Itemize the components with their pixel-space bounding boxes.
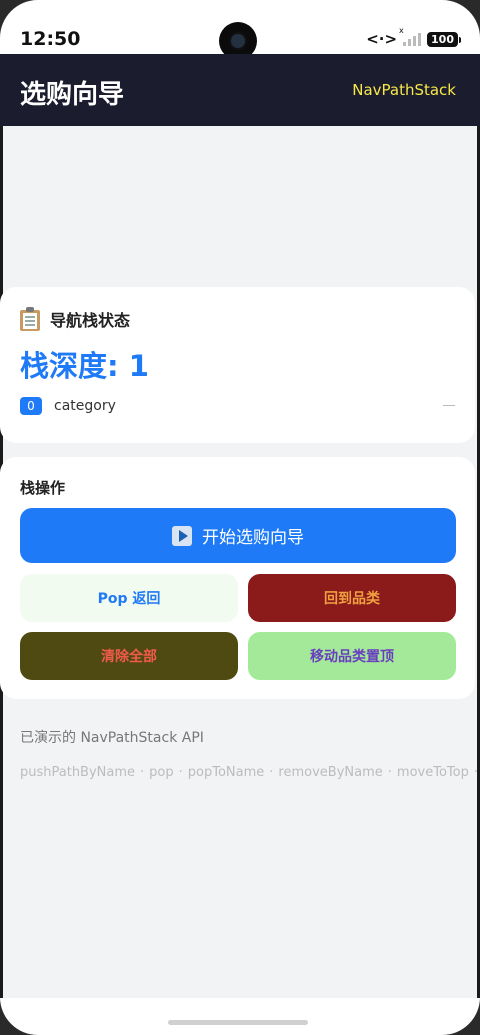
nav-bar: 选购向导 NavPathStack [0,54,480,126]
stack-entry-name: category [54,398,116,414]
move-category-top-button[interactable]: 移动品类置顶 [248,632,456,680]
link-icon: <·> [366,30,398,48]
signal-icon: x [399,26,422,46]
signal-mark: x [399,26,404,35]
start-wizard-button[interactable]: 开始选购向导 [20,508,456,563]
stack-operations-card: 栈操作 开始选购向导 Pop 返回 回到品类 清除全部 移动品类置顶 [0,457,475,699]
clipboard-icon [20,307,40,331]
stack-depth: 栈深度: 1 [20,349,149,383]
api-title: 已演示的 NavPathStack API [20,730,204,746]
phone-screen: 12:50 <·> x 100 选购向导 NavPathStack 导航栈状态 … [0,0,480,1035]
start-wizard-label: 开始选购向导 [202,528,304,548]
page-title: 选购向导 [20,80,125,110]
operations-title: 栈操作 [20,479,66,497]
api-list: pushPathByName · pop · popToName · removeByNam… [20,760,478,785]
api-item: popToName [187,765,265,780]
stack-status-header: 导航栈状态 [20,307,130,331]
home-indicator[interactable] [168,1020,308,1025]
stack-entry-divider [443,405,455,406]
pop-button[interactable]: Pop 返回 [20,574,238,622]
bottom-bar [0,998,480,1035]
api-item: pop [149,765,174,780]
api-separator: · [269,765,274,780]
clear-all-button[interactable]: 清除全部 [20,632,238,680]
status-bar: 12:50 <·> x 100 [0,0,480,60]
api-separator: · [140,765,145,780]
battery-icon: 100 [427,31,461,47]
api-separator: · [178,765,183,780]
stack-entry-index: 0 [20,397,42,415]
api-item: removeByName [278,765,383,780]
play-icon [172,525,192,546]
status-icons: <·> x 100 [366,26,461,48]
nav-badge: NavPathStack [352,81,456,99]
api-item: pushPathByName [20,765,136,780]
stack-status-label: 导航栈状态 [50,311,131,330]
stack-entry: 0 category [20,397,116,415]
api-item: moveToTop [396,765,469,780]
back-to-category-button[interactable]: 回到品类 [248,574,456,622]
stack-status-card: 导航栈状态 栈深度: 1 0 category [0,287,475,443]
api-separator: · [473,765,478,780]
api-separator: · [387,765,392,780]
status-time: 12:50 [20,28,81,50]
